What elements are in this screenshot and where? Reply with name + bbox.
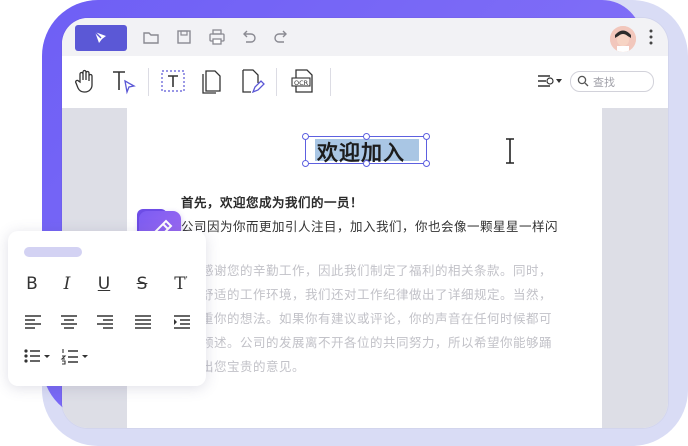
avatar[interactable] — [610, 26, 636, 52]
edit-document-icon[interactable] — [238, 66, 266, 96]
text-select-icon[interactable] — [110, 66, 138, 96]
superscript-label: T — [174, 274, 186, 294]
italic-button[interactable]: I — [56, 273, 78, 295]
print-icon[interactable] — [208, 28, 226, 46]
bold-label: B — [26, 274, 38, 294]
resize-handle[interactable] — [363, 160, 370, 167]
align-left-icon[interactable] — [22, 311, 44, 333]
superscript-button[interactable]: T ' — [170, 273, 192, 295]
more-icon[interactable] — [648, 27, 654, 47]
undo-icon[interactable] — [240, 28, 258, 46]
page-title[interactable]: 欢迎加入 — [317, 137, 405, 167]
paragraph-line: 首先，欢迎您成为我们的一员！ — [181, 195, 364, 210]
title-bar — [62, 18, 668, 56]
resize-handle[interactable] — [302, 133, 309, 140]
resize-handle[interactable] — [302, 160, 309, 167]
text-edit-icon[interactable] — [159, 66, 187, 96]
save-icon[interactable] — [175, 28, 193, 46]
pages-icon[interactable] — [199, 66, 227, 96]
bold-button[interactable]: B — [21, 273, 43, 295]
paragraph-line: 舒适的工作环境，我们还对工作纪律做出了详细规定。当然， — [201, 287, 553, 302]
panel-handle[interactable] — [24, 247, 82, 257]
user-avatar-icon — [610, 26, 636, 52]
toolbar-divider — [276, 68, 277, 96]
app-logo-button[interactable] — [75, 25, 127, 51]
resize-handle[interactable] — [423, 160, 430, 167]
align-justify-icon[interactable] — [132, 311, 154, 333]
indent-icon[interactable] — [171, 311, 193, 333]
underline-label: U — [97, 274, 111, 294]
format-panel: B I U S T ' — [8, 231, 206, 386]
paragraph-line: 重你的想法。如果你有建议或评论，你的声音在任何时候都可 — [201, 311, 553, 326]
toolbar-divider — [330, 68, 331, 96]
toolbar-divider — [148, 68, 149, 96]
search-placeholder: 查找 — [593, 76, 615, 89]
align-center-icon[interactable] — [58, 311, 80, 333]
hand-tool-icon[interactable] — [72, 66, 100, 96]
pen-logo-icon — [94, 31, 106, 43]
numbered-list-icon[interactable] — [60, 345, 90, 367]
tool-bar: OCR 查找 — [62, 56, 668, 109]
text-cursor-icon — [506, 138, 514, 164]
resize-handle[interactable] — [363, 133, 370, 140]
svg-text:OCR: OCR — [294, 79, 309, 87]
strikethrough-button[interactable]: S — [131, 273, 153, 295]
redo-icon[interactable] — [272, 28, 290, 46]
paragraph-line: 领述。公司的发展离不开各位的共同努力，所以希望你能够踊 — [201, 335, 553, 350]
folder-icon[interactable] — [142, 28, 160, 46]
paragraph-line: 公司因为你而更加引人注目，加入我们，你也会像一颗星星一样闪 — [181, 219, 559, 234]
paragraph-line: 感谢您的辛勤工作，因此我们制定了福利的相关条款。同时， — [201, 263, 553, 278]
ocr-icon[interactable]: OCR — [290, 66, 318, 96]
bullet-list-icon[interactable] — [22, 345, 52, 367]
view-mode-icon[interactable] — [535, 72, 563, 90]
italic-label: I — [63, 274, 71, 294]
search-input[interactable]: 查找 — [570, 71, 654, 92]
title-selection-box[interactable]: 欢迎加入 — [302, 133, 430, 167]
search-icon — [577, 75, 589, 87]
paragraph-line: 出您宝贵的意见。 — [201, 359, 306, 374]
strike-label: S — [136, 274, 148, 294]
underline-button[interactable]: U — [93, 273, 115, 295]
resize-handle[interactable] — [423, 133, 430, 140]
align-right-icon[interactable] — [94, 311, 116, 333]
